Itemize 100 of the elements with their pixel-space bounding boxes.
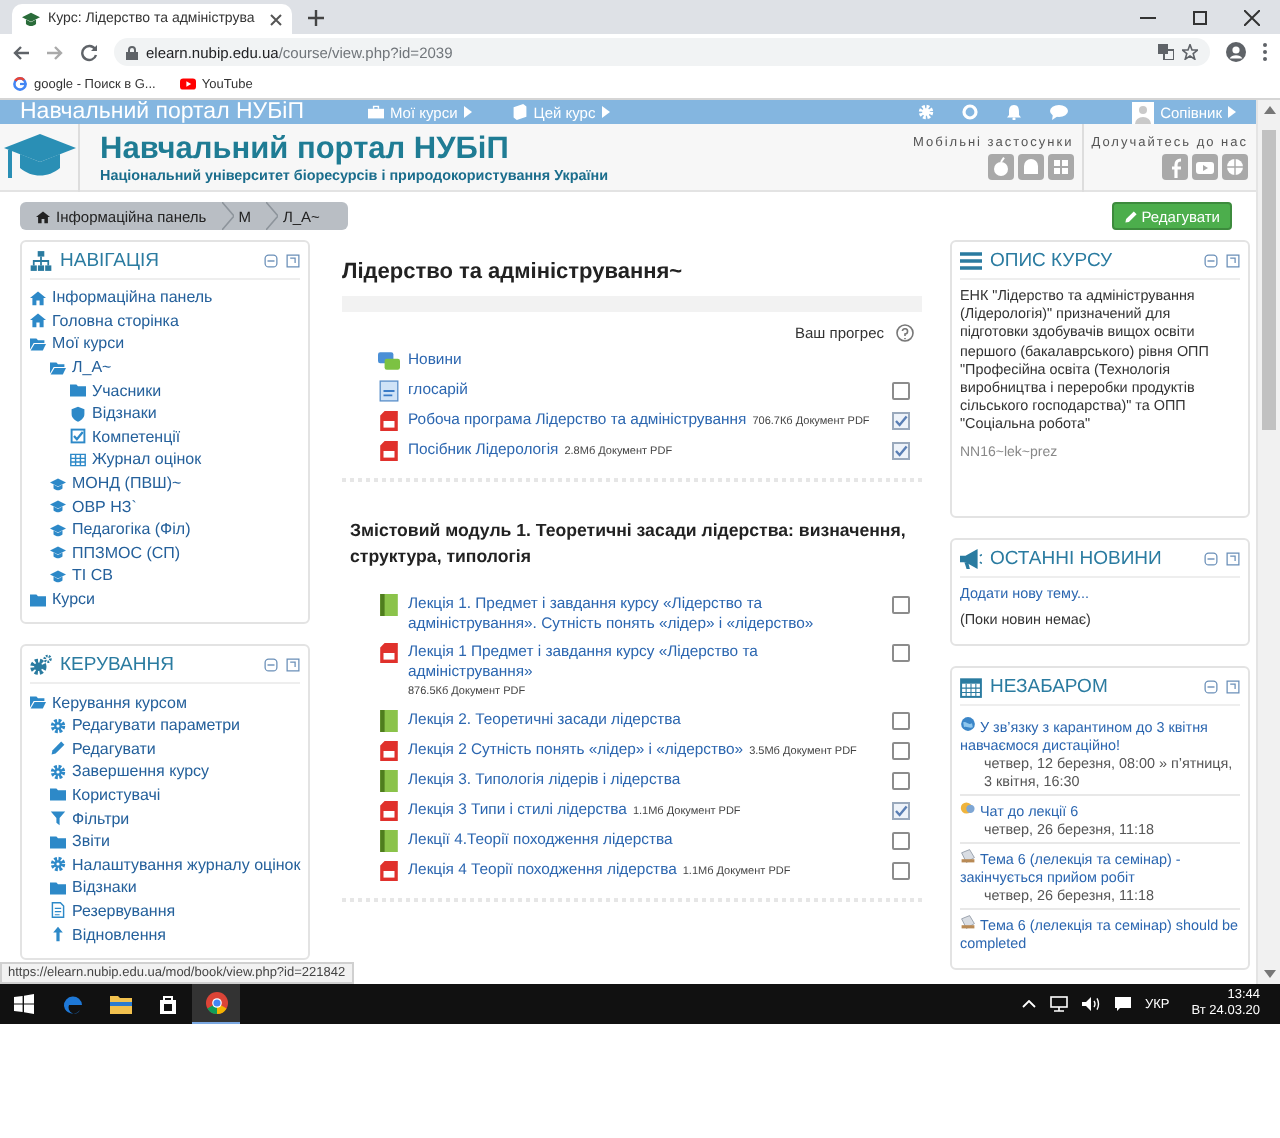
edge-icon[interactable] bbox=[61, 993, 83, 1015]
volume-icon[interactable] bbox=[1081, 996, 1100, 1012]
star-icon[interactable] bbox=[1182, 44, 1198, 60]
tree-item[interactable]: Л_А~ bbox=[72, 358, 112, 377]
translate-icon[interactable] bbox=[1158, 44, 1174, 60]
course-title: Лідерство та адміністрування~ bbox=[342, 260, 685, 284]
graduation-cap-icon bbox=[50, 567, 66, 584]
settings-icon[interactable] bbox=[918, 104, 935, 120]
help-icon[interactable] bbox=[896, 324, 914, 342]
tree-item[interactable]: Головна сторінка bbox=[52, 311, 179, 330]
briefcase-icon bbox=[367, 104, 384, 120]
windows-start-icon[interactable] bbox=[14, 994, 34, 1014]
tree-item[interactable]: Редагувати параметри bbox=[72, 716, 241, 735]
folder-icon bbox=[30, 591, 46, 608]
dock-icon[interactable] bbox=[1226, 679, 1240, 694]
close-icon[interactable] bbox=[270, 13, 282, 25]
tree-item[interactable]: ОВР НЗ` bbox=[72, 497, 137, 516]
tree-item[interactable]: Відновлення bbox=[72, 925, 166, 944]
completion-checkbox[interactable] bbox=[892, 596, 910, 614]
completion-checkbox[interactable] bbox=[892, 832, 910, 850]
calendar-icon bbox=[960, 675, 982, 698]
dock-icon[interactable] bbox=[1226, 254, 1240, 268]
youtube-icon[interactable] bbox=[1192, 153, 1218, 179]
completion-checkbox[interactable] bbox=[892, 802, 910, 820]
profile-icon[interactable] bbox=[1226, 42, 1246, 62]
windows-icon[interactable] bbox=[1047, 153, 1074, 179]
collapse-icon[interactable] bbox=[264, 254, 278, 268]
collapse-icon[interactable] bbox=[264, 658, 278, 673]
tree-item[interactable]: Керування курсом bbox=[52, 693, 187, 712]
completion-checkbox[interactable] bbox=[892, 862, 910, 880]
graduation-cap-icon bbox=[50, 544, 66, 561]
reload-icon[interactable] bbox=[80, 43, 98, 61]
facebook-icon[interactable] bbox=[1162, 153, 1188, 179]
megaphone-icon bbox=[960, 547, 982, 570]
tree-item[interactable]: Педагогіка (Філ) bbox=[72, 520, 191, 539]
tree-item[interactable]: Фільтри bbox=[72, 809, 130, 828]
speech-bubbles-icon bbox=[378, 350, 400, 372]
collapse-icon[interactable] bbox=[1204, 551, 1218, 566]
completion-checkbox[interactable] bbox=[892, 712, 910, 730]
separator-icon bbox=[266, 202, 279, 230]
dock-icon[interactable] bbox=[286, 658, 300, 673]
completion-checkbox[interactable] bbox=[892, 644, 910, 662]
paper-icon bbox=[960, 913, 976, 930]
tree-item[interactable]: Звіти bbox=[72, 832, 110, 851]
back-icon[interactable] bbox=[12, 43, 30, 61]
new-tab-icon[interactable] bbox=[308, 10, 324, 26]
scrollbar-thumb[interactable] bbox=[1262, 130, 1276, 430]
collapse-icon[interactable] bbox=[1204, 254, 1218, 268]
tree-item[interactable]: Відзнаки bbox=[92, 404, 157, 423]
tree-item[interactable]: Інформаційна панель bbox=[52, 288, 213, 307]
bell-icon[interactable] bbox=[1006, 104, 1023, 120]
tree-item[interactable]: Відзнаки bbox=[72, 878, 137, 897]
completion-checkbox[interactable] bbox=[892, 412, 910, 430]
file-icon bbox=[50, 902, 66, 919]
tree-item[interactable]: Учасники bbox=[92, 381, 162, 400]
tree-item[interactable]: МОНД (ПВШ)~ bbox=[72, 474, 182, 493]
caret-icon bbox=[601, 106, 610, 118]
dock-icon[interactable] bbox=[286, 254, 300, 268]
tree-item[interactable]: Мої курси bbox=[52, 334, 125, 353]
paper-icon bbox=[960, 847, 976, 864]
graduation-cap-icon bbox=[3, 133, 75, 181]
table-icon bbox=[70, 451, 86, 468]
tree-item[interactable]: Налаштування журналу оцінок bbox=[72, 855, 301, 874]
block-title: ОСТАННІ НОВИНИ bbox=[990, 547, 1162, 570]
scroll-up-icon[interactable] bbox=[1263, 106, 1275, 114]
pdf-icon bbox=[378, 410, 400, 432]
chrome-icon[interactable] bbox=[205, 992, 227, 1014]
tree-item[interactable]: Журнал оцінок bbox=[92, 450, 202, 469]
tree-item[interactable]: Резервування bbox=[72, 901, 176, 920]
lock-icon bbox=[126, 45, 138, 59]
dock-icon[interactable] bbox=[1226, 551, 1240, 566]
tree-item[interactable]: Курси bbox=[52, 590, 95, 609]
tree-item[interactable]: Редагувати bbox=[72, 739, 156, 758]
caret-up-icon[interactable] bbox=[1021, 1000, 1036, 1008]
more-icon[interactable] bbox=[1262, 42, 1268, 62]
tree-item[interactable]: ППЗМОС (СП) bbox=[72, 543, 181, 562]
notification-icon[interactable] bbox=[1113, 996, 1132, 1012]
completion-checkbox[interactable] bbox=[892, 442, 910, 460]
store-icon[interactable] bbox=[158, 994, 178, 1014]
maximize-icon[interactable] bbox=[1192, 10, 1208, 26]
arrow-up-icon bbox=[50, 926, 66, 943]
pdf-icon bbox=[378, 860, 400, 882]
forward-icon[interactable] bbox=[46, 43, 64, 61]
folder-icon[interactable] bbox=[109, 994, 131, 1014]
collapse-icon[interactable] bbox=[1204, 679, 1218, 694]
completion-checkbox[interactable] bbox=[892, 742, 910, 760]
tree-item[interactable]: ТІ СВ bbox=[72, 566, 113, 585]
completion-checkbox[interactable] bbox=[892, 382, 910, 400]
globe-icon[interactable] bbox=[1222, 153, 1248, 179]
tree-item[interactable]: Компетенції bbox=[92, 427, 181, 446]
folder-icon bbox=[70, 382, 86, 399]
scroll-down-icon[interactable] bbox=[1263, 970, 1275, 978]
network-icon[interactable] bbox=[1049, 996, 1068, 1012]
tree-item[interactable]: Користувачі bbox=[72, 785, 161, 804]
check-square-icon bbox=[70, 428, 86, 445]
lifebuoy-icon[interactable] bbox=[962, 104, 979, 120]
tree-item[interactable]: Завершення курсу bbox=[72, 762, 210, 781]
close-icon[interactable] bbox=[1244, 10, 1260, 26]
pdf-icon bbox=[378, 440, 400, 462]
completion-checkbox[interactable] bbox=[892, 772, 910, 790]
